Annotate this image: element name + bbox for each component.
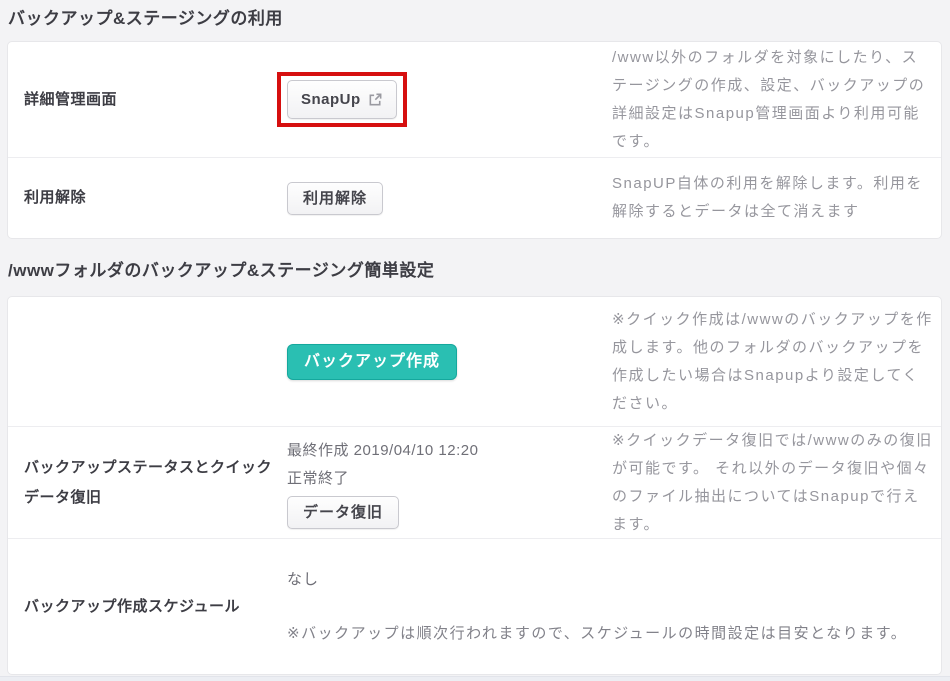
row-label-admin-screen: 詳細管理画面 (8, 85, 287, 115)
snapup-highlight-box: SnapUp (277, 72, 407, 127)
table-row-backup-schedule: バックアップ作成スケジュール なし ※バックアップは順次行われますので、スケジュ… (8, 539, 941, 674)
row-label-backup-status: バックアップステータスとクイックデータ復旧 (8, 453, 287, 513)
row-action-admin-screen: SnapUp (287, 72, 612, 127)
section-title-usage: バックアップ&ステージングの利用 (7, 0, 942, 31)
row-label-backup-schedule: バックアップ作成スケジュール (8, 592, 287, 622)
table-row-backup-status: バックアップステータスとクイックデータ復旧 最終作成 2019/04/10 12… (8, 427, 941, 539)
status-result-text: 正常終了 (287, 465, 612, 493)
row-description-backup-status: ※クイックデータ復旧では/wwwのみの復旧が可能です。 それ以外のデータ復旧や個… (612, 427, 941, 539)
section-title-quick-setup: /wwwフォルダのバックアップ&ステージング簡単設定 (7, 259, 942, 283)
page-bottom-divider (0, 676, 950, 681)
backup-staging-page: バックアップ&ステージングの利用 詳細管理画面 SnapUp /www以外のフォ… (0, 0, 950, 675)
usage-card: 詳細管理画面 SnapUp /www以外のフォルダを対象にしたり、ステージングの… (7, 41, 942, 239)
row-content-backup-schedule: なし ※バックアップは順次行われますので、スケジュールの時間設定は目安となります… (287, 566, 941, 648)
schedule-note-text: ※バックアップは順次行われますので、スケジュールの時間設定は目安となります。 (287, 620, 915, 648)
row-action-create-backup: バックアップ作成 (287, 344, 612, 380)
row-description-admin-screen: /www以外のフォルダを対象にしたり、ステージングの作成、設定、バックアップの詳… (612, 44, 941, 156)
row-content-backup-status: 最終作成 2019/04/10 12:20 正常終了 データ復旧 (287, 437, 612, 529)
row-description-cancel-usage: SnapUP自体の利用を解除します。利用を解除するとデータは全て消えます (612, 170, 941, 226)
data-restore-button[interactable]: データ復旧 (287, 496, 399, 529)
snapup-button-label: SnapUp (301, 89, 361, 110)
create-backup-button[interactable]: バックアップ作成 (287, 344, 457, 380)
data-restore-button-label: データ復旧 (303, 502, 383, 523)
schedule-value-text: なし (287, 566, 915, 594)
table-row-admin-screen: 詳細管理画面 SnapUp /www以外のフォルダを対象にしたり、ステージングの… (8, 42, 941, 158)
row-label-cancel-usage: 利用解除 (8, 183, 287, 213)
row-action-cancel-usage: 利用解除 (287, 182, 612, 215)
external-link-icon (368, 92, 383, 107)
table-row-create-backup: バックアップ作成 ※クイック作成は/wwwのバックアップを作成します。他のフォル… (8, 297, 941, 427)
last-created-text: 最終作成 2019/04/10 12:20 (287, 437, 612, 465)
quick-setup-card: バックアップ作成 ※クイック作成は/wwwのバックアップを作成します。他のフォル… (7, 296, 942, 675)
row-description-create-backup: ※クイック作成は/wwwのバックアップを作成します。他のフォルダのバックアップを… (612, 306, 941, 418)
cancel-usage-button[interactable]: 利用解除 (287, 182, 383, 215)
snapup-button[interactable]: SnapUp (287, 80, 397, 119)
cancel-usage-button-label: 利用解除 (303, 188, 367, 209)
table-row-cancel-usage: 利用解除 利用解除 SnapUP自体の利用を解除します。利用を解除するとデータは… (8, 158, 941, 238)
